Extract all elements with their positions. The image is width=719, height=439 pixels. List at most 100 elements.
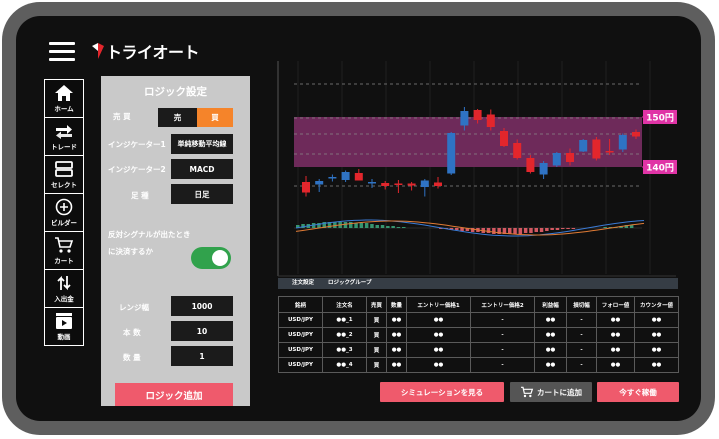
table-cell: - xyxy=(566,342,597,358)
table-cell: ●● xyxy=(386,357,407,373)
column-header: 銘柄 xyxy=(278,296,323,313)
table-cell: ●● xyxy=(534,357,567,373)
nav-item-builder[interactable]: ビルダー xyxy=(45,194,83,232)
opposite-signal-toggle[interactable] xyxy=(191,247,231,269)
macd-bar xyxy=(460,228,464,231)
table-cell: ●● xyxy=(634,327,679,343)
indicator2-label: インジケーター2 xyxy=(108,165,166,174)
table-row[interactable]: USD/JPY ●●_2 買 ●● ●● - ●● - ●● ●● xyxy=(278,327,679,343)
select-icon xyxy=(55,161,73,177)
macd-bar xyxy=(343,222,348,228)
macd-bar xyxy=(380,225,385,228)
nav-item-select[interactable]: セレクト xyxy=(45,156,83,194)
bar-type-label: 足 種 xyxy=(131,191,149,200)
macd-bar xyxy=(455,228,459,230)
nav-item-video[interactable]: 動画 xyxy=(45,308,83,345)
nav-item-deposit[interactable]: 入出金 xyxy=(45,270,83,308)
simulate-button[interactable]: シミュレーションを見る xyxy=(380,382,504,402)
opposite-signal-label-1: 反対シグナルが出たとき xyxy=(108,230,191,239)
nav-item-home[interactable]: ホーム xyxy=(45,80,83,118)
quantity-input[interactable]: 1 xyxy=(171,346,233,366)
macd-bar xyxy=(603,227,607,228)
macd-bar xyxy=(550,228,554,230)
add-logic-button[interactable]: ロジック追加 xyxy=(115,383,233,406)
candle-body xyxy=(315,181,324,185)
macd-bar xyxy=(349,222,353,228)
table-cell: - xyxy=(566,357,597,373)
table-cell: USD/JPY xyxy=(278,312,323,328)
deposit-withdraw-icon xyxy=(57,275,71,291)
candle-body xyxy=(552,153,561,166)
table-cell: ●● xyxy=(596,342,635,358)
table-cell: 買 xyxy=(366,312,387,328)
table-cell: ●●_1 xyxy=(322,312,367,328)
candle-body xyxy=(354,173,363,181)
candle-body xyxy=(513,143,522,158)
logo-mark-icon xyxy=(92,43,104,59)
table-cell: ●● xyxy=(406,312,471,328)
column-header: 売買 xyxy=(366,296,387,313)
macd-bar xyxy=(359,223,364,228)
indicator2-select[interactable]: MACD xyxy=(171,159,233,179)
tab-order-settings[interactable]: 注文設定 xyxy=(292,278,314,289)
table-cell: USD/JPY xyxy=(278,327,323,343)
table-cell: - xyxy=(470,312,535,328)
candle-body xyxy=(381,183,390,186)
table-row[interactable]: USD/JPY ●●_4 買 ●● ●● - ●● - ●● ●● xyxy=(278,357,679,373)
macd-bar xyxy=(508,228,512,234)
candle-body xyxy=(328,177,337,179)
add-to-cart-label: カートに追加 xyxy=(537,387,582,397)
count-input[interactable]: 10 xyxy=(171,321,233,341)
column-header: 損切幅 xyxy=(566,296,597,313)
macd-bar xyxy=(364,223,369,228)
table-cell: - xyxy=(470,357,535,373)
candle-body xyxy=(302,182,310,193)
candle-body xyxy=(407,183,416,186)
range-input[interactable]: 1000 xyxy=(171,296,233,316)
nav-label: カート xyxy=(54,257,74,265)
table-cell: ●● xyxy=(596,327,635,343)
bar-type-select[interactable]: 日足 xyxy=(171,184,233,204)
table-row[interactable]: USD/JPY ●●_1 買 ●● ●● - ●● - ●● ●● xyxy=(278,312,679,328)
nav-item-cart[interactable]: カート xyxy=(45,232,83,270)
add-to-cart-button[interactable]: カートに追加 xyxy=(510,382,592,402)
nav-item-trade[interactable]: トレード xyxy=(45,118,83,156)
indicator1-select[interactable]: 単純移動平均線 xyxy=(171,134,233,154)
trade-arrows-icon xyxy=(56,125,72,139)
macd-bar xyxy=(396,227,401,228)
buy-button[interactable]: 買 xyxy=(197,108,233,127)
column-header: 数量 xyxy=(386,296,407,313)
sell-button[interactable]: 売 xyxy=(158,108,197,127)
tab-logic-group[interactable]: ロジックグループ xyxy=(328,278,371,289)
run-now-button[interactable]: 今すぐ稼働 xyxy=(597,382,679,402)
table-cell: 買 xyxy=(366,327,387,343)
hamburger-menu-icon[interactable] xyxy=(49,42,75,62)
macd-bar xyxy=(539,228,544,232)
range-label: レンジ幅 xyxy=(119,303,149,312)
table-cell: 買 xyxy=(366,342,387,358)
table-row[interactable]: USD/JPY ●●_3 買 ●● ●● - ●● - ●● ●● xyxy=(278,342,679,358)
toggle-knob xyxy=(212,250,228,266)
macd-bar xyxy=(375,225,379,228)
table-cell: ●● xyxy=(534,342,567,358)
candle-body xyxy=(579,140,588,152)
macd-bar xyxy=(513,228,517,234)
table-cell: ●●_4 xyxy=(322,357,367,373)
macd-bar xyxy=(518,228,523,234)
table-cell: ●● xyxy=(386,312,407,328)
macd-bar xyxy=(492,228,496,234)
macd-bar xyxy=(370,224,374,228)
candle-body xyxy=(473,110,482,120)
nav-label: 動画 xyxy=(57,333,71,341)
table-cell: ●● xyxy=(596,357,635,373)
table-cell: ●●_2 xyxy=(322,327,367,343)
orders-table: 銘柄 注文名 売買 数量 エントリー価格1 エントリー価格2 利益幅 損切幅 フォロー値 カウンタ… xyxy=(278,296,679,373)
candle-body xyxy=(592,139,601,159)
macd-bar xyxy=(386,226,390,228)
column-header: エントリー価格1 xyxy=(406,296,471,313)
cart-icon xyxy=(521,386,534,398)
table-cell: - xyxy=(566,312,597,328)
macd-bar xyxy=(571,228,576,229)
macd-bar xyxy=(486,228,491,233)
device-frame: トライオート ホーム トレード セレクト ビルダー カート 入出金 動画 ロジッ… xyxy=(2,2,715,435)
